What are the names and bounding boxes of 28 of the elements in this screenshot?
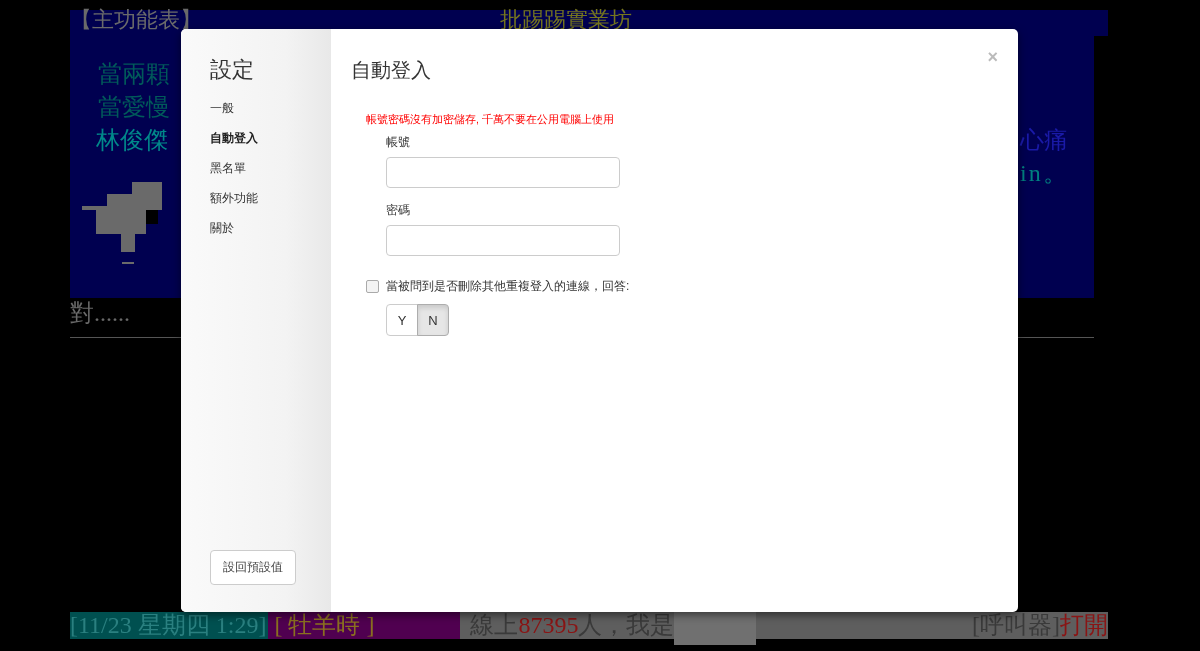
answer-toggle[interactable]: N [417, 304, 449, 336]
nav-item[interactable]: 黑名單 [210, 161, 258, 176]
input-field[interactable] [386, 225, 620, 256]
site-title: 批踢踢實業坊 [500, 10, 632, 29]
nav-item[interactable]: 一般 [210, 101, 258, 116]
dialog-title: 自動登入 [351, 58, 431, 83]
terminal-text: 當愛慢 [98, 93, 170, 122]
field-label: 密碼 [386, 202, 411, 218]
answer-toggle[interactable]: Y [386, 304, 418, 336]
warning-text: 帳號密碼沒有加密儲存, 千萬不要在公用電腦上使用 [366, 113, 615, 126]
field-label: 帳號 [386, 134, 411, 150]
checkbox[interactable] [366, 280, 379, 293]
online-count: 87395 [518, 612, 579, 639]
terminal-text: 當兩顆 [98, 60, 170, 89]
terminal-text: in。 [1020, 159, 1070, 188]
nav-item[interactable]: 自動登入 [210, 131, 258, 146]
terminal-text: 林俊傑 [96, 126, 168, 155]
nav-item[interactable]: 額外功能 [210, 191, 258, 206]
nav-item[interactable]: 關於 [210, 221, 258, 236]
pager-state: 打開 [1060, 612, 1108, 639]
terminal-text: 心痛 [1020, 126, 1069, 155]
sidebar-title: 設定 [210, 56, 254, 84]
zodiac-text: [ 牡羊時 ] [268, 612, 461, 639]
reset-defaults-button[interactable]: 設回預設值 [210, 550, 296, 585]
input-field[interactable] [386, 157, 620, 188]
checkbox-label: 當被問到是否刪除其他重複登入的連線，回答: [386, 278, 630, 295]
terminal-text: 對...... [70, 300, 130, 326]
menu-title: 【主功能表】 [70, 10, 203, 29]
